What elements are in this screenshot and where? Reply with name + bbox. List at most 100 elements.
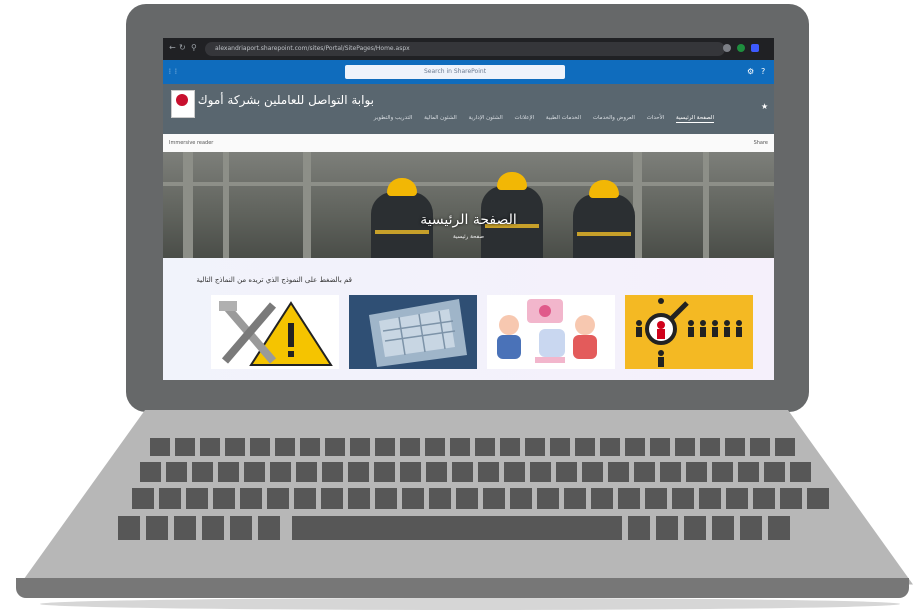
keyboard-key: [250, 438, 270, 456]
keyboard-key: [174, 516, 196, 540]
keyboard-key: [556, 462, 577, 482]
keyboard-key: [600, 438, 620, 456]
keyboard-key: [132, 488, 154, 509]
keyboard-key: [275, 438, 295, 456]
keyboard-key: [625, 438, 645, 456]
nav-item-admin[interactable]: الشئون الإدارية: [469, 115, 503, 121]
people-chat-icon: [487, 295, 615, 369]
address-bar[interactable]: alexandriaport.sharepoint.com/sites/Port…: [205, 42, 725, 56]
nav-item-events[interactable]: الأحداث: [647, 115, 665, 121]
keyboard-key: [650, 438, 670, 456]
keyboard-key: [575, 438, 595, 456]
nav-item-training[interactable]: التدريب والتطوير: [374, 115, 413, 121]
menu-icon[interactable]: [751, 44, 759, 52]
profile-icon[interactable]: [737, 44, 745, 52]
keyboard-key: [374, 462, 395, 482]
keyboard-key: [753, 488, 775, 509]
keyboard-key: [780, 488, 802, 509]
keyboard-key: [530, 462, 551, 482]
keyboard-key: [300, 438, 320, 456]
helmet-graphic: [387, 178, 417, 196]
keyboard-key: [672, 488, 694, 509]
keyboard-key: [768, 516, 790, 540]
keyboard-key: [258, 516, 280, 540]
keyboard-key: [764, 462, 785, 482]
keyboard-key: [712, 516, 734, 540]
share-button[interactable]: Share: [754, 134, 768, 152]
keyboard-key: [348, 488, 370, 509]
nav-item-finance[interactable]: الشئون المالية: [424, 115, 457, 121]
keyboard-key: [456, 488, 478, 509]
form-card-hr[interactable]: [487, 295, 615, 369]
form-card-recruitment[interactable]: [625, 295, 753, 369]
keyboard-key: [475, 438, 495, 456]
keyboard-key: [225, 438, 245, 456]
keyboard-key: [726, 488, 748, 509]
nav-item-announcements[interactable]: الإعلانات: [515, 115, 535, 121]
keyboard-key: [267, 488, 289, 509]
keyboard-key: [628, 516, 650, 540]
keyboard-key: [166, 462, 187, 482]
hero-title: الصفحة الرئيسية: [420, 212, 517, 228]
help-icon[interactable]: ?: [761, 67, 765, 76]
keyboard-key: [200, 438, 220, 456]
keyboard-key: [775, 438, 795, 456]
keyboard-key: [790, 462, 811, 482]
keyboard-key: [294, 488, 316, 509]
back-icon[interactable]: ←: [169, 43, 177, 53]
nav-item-home[interactable]: الصفحة الرئيسية: [676, 115, 714, 123]
search-input[interactable]: Search in SharePoint: [345, 65, 565, 79]
keyboard-key: [429, 488, 451, 509]
keyboard-key: [738, 462, 759, 482]
logo-mark-icon: [176, 94, 188, 106]
keyboard-key: [740, 516, 762, 540]
nav-item-offers[interactable]: العروض والخدمات: [593, 115, 635, 121]
keyboard-key: [550, 438, 570, 456]
keyboard-key: [218, 462, 239, 482]
magnifier-people-icon: [625, 295, 753, 369]
keyboard-key: [660, 462, 681, 482]
keyboard-key: [270, 462, 291, 482]
form-card-maintenance[interactable]: [211, 295, 339, 369]
keyboard-key: [400, 462, 421, 482]
keyboard-key: [202, 516, 224, 540]
helmet-graphic: [497, 172, 527, 190]
keyboard-key: [296, 462, 317, 482]
keyboard-key: [244, 462, 265, 482]
keyboard-key: [450, 438, 470, 456]
settings-icon[interactable]: ⚙: [747, 67, 754, 76]
keyboard-key: [634, 462, 655, 482]
keyboard-key: [608, 462, 629, 482]
keyboard-key: [321, 488, 343, 509]
pipe-graphic: [703, 152, 709, 258]
refresh-icon[interactable]: ↻: [179, 43, 187, 53]
keyboard-key: [645, 488, 667, 509]
keyboard-key: [150, 438, 170, 456]
hero-banner: [163, 152, 774, 258]
keyboard-key: [402, 488, 424, 509]
form-card-it[interactable]: [349, 295, 477, 369]
immersive-reader-button[interactable]: Immersive reader: [169, 134, 213, 152]
tools-warning-icon: [211, 295, 339, 369]
keyboard-key: [483, 488, 505, 509]
app-launcher-icon[interactable]: ⋮⋮: [167, 68, 179, 76]
keyboard-key: [375, 438, 395, 456]
keyboard-key: [675, 438, 695, 456]
keyboard-key: [537, 488, 559, 509]
keyboard-key: [504, 462, 525, 482]
spacebar-key: [292, 516, 622, 540]
keyboard-key: [348, 462, 369, 482]
extension-icon[interactable]: [723, 44, 731, 52]
star-icon[interactable]: ★: [761, 102, 768, 111]
keyboard-key: [350, 438, 370, 456]
keyboard-key: [684, 516, 706, 540]
keyboard-key: [192, 462, 213, 482]
keyboard-key: [525, 438, 545, 456]
keyboard-key: [230, 516, 252, 540]
pipe-graphic: [183, 152, 193, 258]
keyboard-key: [146, 516, 168, 540]
keyboard-key: [186, 488, 208, 509]
nav-item-medical[interactable]: الخدمات الطبية: [546, 115, 581, 121]
keyboard-key: [699, 488, 721, 509]
hero-subtitle: صفحة رئيسية: [452, 234, 485, 240]
